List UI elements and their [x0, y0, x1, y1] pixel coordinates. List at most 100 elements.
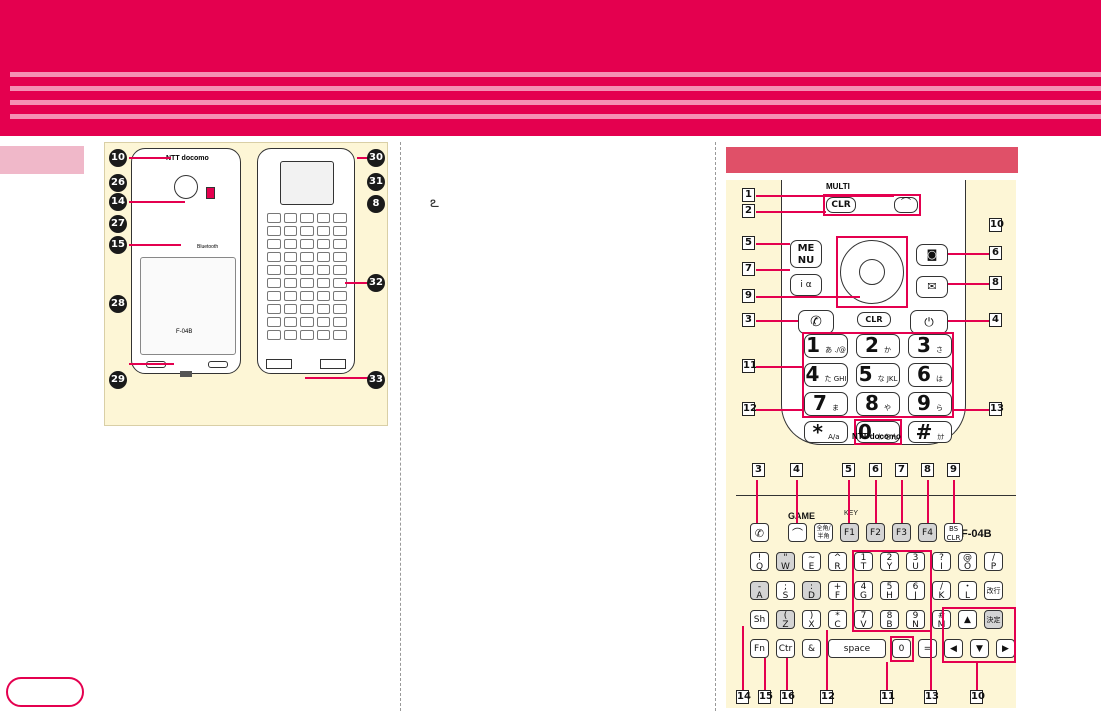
model-label: F-04B [176, 329, 193, 335]
b-tag-15: 15 [758, 690, 773, 704]
q-key-r: ^ R [828, 552, 847, 572]
keyboard-model: F-04B [961, 528, 992, 540]
b-tag-14: 14 [736, 690, 751, 704]
banner-stripe [10, 100, 1101, 105]
leader-line [756, 269, 790, 271]
q-key-fn: Fn [750, 639, 769, 658]
leader-line [927, 480, 929, 523]
speaker-grille-right [320, 359, 346, 369]
leader-line [976, 663, 978, 690]
leader-line [875, 480, 877, 523]
q-key-o: @ O [958, 552, 977, 572]
q-key-w: " W [776, 552, 795, 572]
q-key-enter: 改行 [984, 581, 1003, 600]
q-key-c: * C [828, 610, 847, 630]
q-key-p: / P [984, 552, 1003, 572]
leader-line [848, 480, 850, 523]
charge-port [180, 371, 192, 377]
leader-line [129, 157, 171, 159]
q-key-e: ~ E [802, 552, 821, 572]
key-star: * A/a [804, 421, 848, 443]
callout-33: 33 [367, 371, 385, 389]
q-tag-5: 5 [842, 463, 855, 477]
q-key-amp: & [802, 639, 821, 658]
callout-28: 28 [109, 295, 127, 313]
tag-11: 11 [742, 359, 757, 373]
leader-line [129, 244, 181, 246]
q-call-key: ✆ [750, 523, 769, 542]
callout-26: 26 [109, 174, 127, 192]
chapter-tab [0, 146, 84, 174]
tag-1: 1 [742, 188, 755, 202]
key-hash: # ｶﾅ [908, 421, 952, 443]
clr-small-key: CLR [857, 312, 891, 327]
bluetooth-label: Bluetooth [197, 244, 219, 250]
leader-line [756, 480, 758, 523]
back-view-figure: NTT docomo Bluetooth F-04B 10 26 14 27 1… [104, 142, 388, 426]
battery-cover [140, 257, 236, 355]
tag-8: 8 [989, 276, 1002, 290]
brand-front-label: NTT docomo [852, 432, 901, 441]
q-key-shift: Sh [750, 610, 769, 629]
q-key-i: ? I [932, 552, 951, 572]
q-key-a: -A [750, 581, 769, 601]
tag-7: 7 [742, 262, 755, 276]
power-key: ⏻ [910, 310, 948, 334]
leader-line [901, 480, 903, 523]
tag-3: 3 [742, 313, 755, 327]
tag-13: 13 [989, 402, 1004, 416]
leader-line [953, 480, 955, 523]
keypad-figure: MULTI CLR ⌒ ME NU i α ◙ ✉ CLR ✆ ⏻ 1 あ ./… [726, 180, 1016, 708]
leader-line [764, 658, 766, 690]
digit-highlight [802, 332, 954, 418]
q-key-ctrl: Ctr [776, 639, 795, 658]
light-sensor [206, 187, 215, 199]
q-key-d: :D [802, 581, 821, 601]
speaker-right [208, 361, 228, 368]
tag-9: 9 [742, 289, 755, 303]
q-tag-9: 9 [947, 463, 960, 477]
leader-line [930, 632, 932, 690]
q-arrow-highlight [942, 607, 1016, 663]
leader-line [756, 243, 790, 245]
imode-key: i α [790, 274, 822, 296]
q-key-q: ! Q [750, 552, 769, 572]
leader-line [886, 662, 888, 690]
leader-line [756, 320, 798, 322]
leader-line [129, 201, 185, 203]
brand-label: NTT docomo [166, 155, 209, 162]
leader-line [756, 409, 804, 411]
b-tag-12: 12 [820, 690, 835, 704]
tag-12: 12 [742, 402, 757, 416]
note-icon: ఽ [430, 193, 439, 211]
q-tag-6: 6 [869, 463, 882, 477]
b-tag-10: 10 [970, 690, 985, 704]
header-banner [0, 0, 1101, 136]
q-key-space: space [828, 639, 886, 658]
leader-line [952, 409, 989, 411]
b-tag-16: 16 [780, 690, 795, 704]
q-key-x: ) X [802, 610, 821, 630]
q-zero-highlight [890, 636, 914, 662]
q-key-minus: = [918, 639, 937, 658]
leader-line [948, 253, 989, 255]
leader-line [796, 480, 798, 523]
leader-line [129, 363, 174, 365]
page-number-pill [6, 677, 84, 707]
q-zenkaku-key: 全角/半角 [814, 523, 833, 542]
q-end-key: ⌒ [788, 523, 807, 542]
leader-line [756, 366, 804, 368]
tag-4: 4 [989, 313, 1002, 327]
leader-line [948, 283, 989, 285]
speaker-grille-left [266, 359, 292, 369]
leader-line [756, 195, 894, 197]
callout-8: 8 [367, 195, 385, 213]
menu-key: ME NU [790, 240, 822, 268]
q-tag-7: 7 [895, 463, 908, 477]
banner-stripe [10, 86, 1101, 91]
camera-lens [174, 175, 198, 199]
q-tag-3: 3 [752, 463, 765, 477]
mini-keyboard-grid [267, 213, 347, 340]
callout-31: 31 [367, 173, 385, 191]
callout-27: 27 [109, 215, 127, 233]
